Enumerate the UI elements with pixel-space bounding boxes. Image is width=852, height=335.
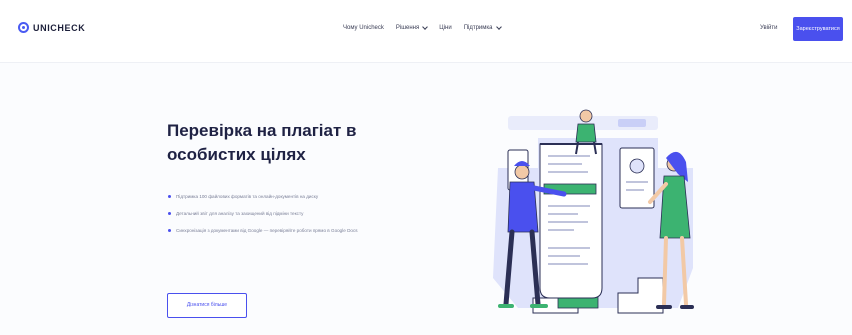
logo-text: UNICHECK xyxy=(33,22,86,33)
main-nav: Чому Unicheck Рішення Ціни Підтримка xyxy=(343,24,502,31)
feature-item: Синхронізація з документами від Google —… xyxy=(167,227,397,234)
feature-item: Підтримка 100 файлових форматів та онлай… xyxy=(167,193,397,200)
register-button[interactable]: Зареєструватися xyxy=(793,17,843,41)
nav-solutions[interactable]: Рішення xyxy=(395,24,429,31)
nav-support[interactable]: Підтримка xyxy=(463,24,502,31)
hero-illustration xyxy=(493,109,694,314)
chevron-down-icon xyxy=(422,24,429,30)
unicheck-logo-icon xyxy=(18,22,29,33)
feature-list: Підтримка 100 файлових форматів та онлай… xyxy=(167,193,397,244)
hero-title: Перевірка на плагіат в особистих цілях xyxy=(167,121,357,164)
nav-pricing[interactable]: Ціни xyxy=(439,25,451,31)
nav-support-label: Підтримка xyxy=(463,25,493,31)
nav-solutions-label: Рішення xyxy=(395,25,420,31)
feature-item: Детальний звіт для аналізу та захищений … xyxy=(167,210,397,217)
learn-more-button[interactable]: Дізнатися більше xyxy=(167,293,247,318)
chevron-down-icon xyxy=(495,24,502,30)
top-navigation-bar: UNICHECK Чому Unicheck Рішення Ціни Підт… xyxy=(0,0,852,63)
nav-why-unicheck-label: Чому Unicheck xyxy=(343,25,384,31)
nav-why-unicheck[interactable]: Чому Unicheck xyxy=(343,25,384,31)
unicheck-logo[interactable]: UNICHECK xyxy=(18,22,85,33)
login-link[interactable]: Увійти xyxy=(760,25,777,31)
nav-pricing-label: Ціни xyxy=(439,25,452,31)
